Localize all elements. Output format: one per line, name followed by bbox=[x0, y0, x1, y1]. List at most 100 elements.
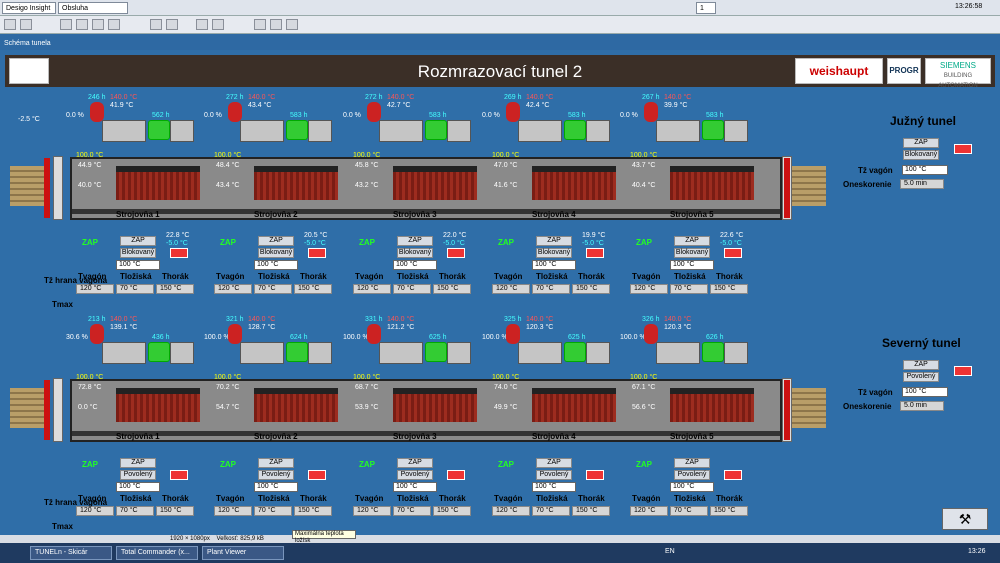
reset-button[interactable] bbox=[724, 470, 742, 480]
zap-button[interactable]: ZAP bbox=[674, 236, 710, 246]
pump-icon[interactable] bbox=[148, 120, 170, 140]
hrana-input[interactable]: 100 °C bbox=[532, 260, 576, 270]
block-button[interactable]: Blokovaný bbox=[258, 248, 294, 258]
hrana-input[interactable]: 100 °C bbox=[116, 260, 160, 270]
fan-icon[interactable] bbox=[228, 102, 242, 122]
block-button[interactable]: Povolený bbox=[536, 470, 572, 480]
south-block-button[interactable]: Blokovaný bbox=[903, 150, 939, 160]
north-reset-button[interactable] bbox=[954, 366, 972, 376]
hrana-input[interactable]: 100 °C bbox=[254, 482, 298, 492]
fan-icon[interactable] bbox=[644, 102, 658, 122]
block-button[interactable]: Blokovaný bbox=[536, 248, 572, 258]
hrana-input[interactable]: 100 °C bbox=[670, 482, 714, 492]
taskbar-item[interactable]: TUNELn - Skicár bbox=[30, 546, 112, 560]
pump-icon[interactable] bbox=[702, 120, 724, 140]
toolbar-button[interactable] bbox=[60, 19, 72, 30]
toolbar-button[interactable] bbox=[76, 19, 88, 30]
valve-percent: 100.0 % bbox=[204, 334, 230, 341]
block-button[interactable]: Povolený bbox=[397, 470, 433, 480]
tloziska-value: 70 °C bbox=[532, 506, 570, 516]
top-temp: 100.0 °C bbox=[492, 374, 520, 381]
fan-icon[interactable] bbox=[506, 102, 520, 122]
hrana-input[interactable]: 100 °C bbox=[532, 482, 576, 492]
fan-icon[interactable] bbox=[644, 324, 658, 344]
supply-temp: 39.9 °C bbox=[664, 102, 688, 109]
reset-button[interactable] bbox=[308, 470, 326, 480]
settings-wrench-button[interactable]: ⚒ bbox=[942, 508, 988, 530]
fan-hours: 272 h bbox=[365, 94, 383, 101]
fan-icon[interactable] bbox=[90, 324, 104, 344]
toolbar-button[interactable] bbox=[286, 19, 298, 30]
hrana-input[interactable]: 100 °C bbox=[116, 482, 160, 492]
reset-button[interactable] bbox=[447, 248, 465, 258]
block-button[interactable]: Blokovaný bbox=[397, 248, 433, 258]
toolbar-button[interactable] bbox=[270, 19, 282, 30]
block-button[interactable]: Blokovaný bbox=[120, 248, 156, 258]
pump-icon[interactable] bbox=[148, 342, 170, 362]
toolbar-button[interactable] bbox=[254, 19, 266, 30]
reset-button[interactable] bbox=[308, 248, 326, 258]
reset-button[interactable] bbox=[447, 470, 465, 480]
north-permit-button[interactable]: Povolený bbox=[903, 372, 939, 382]
pump-icon[interactable] bbox=[702, 342, 724, 362]
block-button[interactable]: Povolený bbox=[674, 470, 710, 480]
toolbar-button[interactable] bbox=[166, 19, 178, 30]
heat-exchanger bbox=[379, 120, 423, 142]
pump-icon[interactable] bbox=[425, 120, 447, 140]
fan-icon[interactable] bbox=[228, 324, 242, 344]
tvagon-value: 120 °C bbox=[76, 284, 114, 294]
hrana-input[interactable]: 100 °C bbox=[393, 260, 437, 270]
toolbar-button[interactable] bbox=[150, 19, 162, 30]
zap-button[interactable]: ZAP bbox=[536, 458, 572, 468]
toolbar-button[interactable] bbox=[4, 19, 16, 30]
hrana-input[interactable]: 100 °C bbox=[670, 260, 714, 270]
zap-button[interactable]: ZAP bbox=[258, 458, 294, 468]
air-duct bbox=[586, 120, 610, 142]
app-name-field[interactable]: Desigo Insight bbox=[2, 2, 56, 14]
zap-button[interactable]: ZAP bbox=[120, 236, 156, 246]
tloziska-value: 70 °C bbox=[393, 506, 431, 516]
south-reset-button[interactable] bbox=[954, 144, 972, 154]
reset-button[interactable] bbox=[170, 248, 188, 258]
fan-hours: 325 h bbox=[504, 316, 522, 323]
toolbar-button[interactable] bbox=[108, 19, 120, 30]
pump-icon[interactable] bbox=[286, 120, 308, 140]
block-button[interactable]: Povolený bbox=[258, 470, 294, 480]
hrana-input[interactable]: 100 °C bbox=[393, 482, 437, 492]
pump-icon[interactable] bbox=[564, 120, 586, 140]
reset-button[interactable] bbox=[170, 470, 188, 480]
zap-button[interactable]: ZAP bbox=[258, 236, 294, 246]
toolbar-button[interactable] bbox=[212, 19, 224, 30]
zap-button[interactable]: ZAP bbox=[120, 458, 156, 468]
south-tz-input[interactable]: 100 °C bbox=[902, 165, 948, 175]
north-zap-button[interactable]: ZAP bbox=[903, 360, 939, 370]
zap-button[interactable]: ZAP bbox=[674, 458, 710, 468]
pump-icon[interactable] bbox=[425, 342, 447, 362]
thorak-value: 150 °C bbox=[433, 506, 471, 516]
tmax-label-north: Tmax bbox=[52, 522, 73, 531]
fan-icon[interactable] bbox=[367, 102, 381, 122]
block-button[interactable]: Blokovaný bbox=[674, 248, 710, 258]
reset-button[interactable] bbox=[724, 248, 742, 258]
block-button[interactable]: Povolený bbox=[120, 470, 156, 480]
reset-button[interactable] bbox=[586, 470, 604, 480]
pump-icon[interactable] bbox=[564, 342, 586, 362]
tvagon-header: Tvagón bbox=[355, 494, 384, 503]
toolbar-button[interactable] bbox=[196, 19, 208, 30]
pump-icon[interactable] bbox=[286, 342, 308, 362]
toolbar-button[interactable] bbox=[20, 19, 32, 30]
taskbar-item[interactable]: Total Commander (x... bbox=[116, 546, 198, 560]
fan-icon[interactable] bbox=[506, 324, 520, 344]
user-field[interactable]: Obsluha bbox=[58, 2, 128, 14]
zap-button[interactable]: ZAP bbox=[397, 236, 433, 246]
reset-button[interactable] bbox=[586, 248, 604, 258]
fan-icon[interactable] bbox=[367, 324, 381, 344]
fan-icon[interactable] bbox=[90, 102, 104, 122]
taskbar-item[interactable]: Plant Viewer bbox=[202, 546, 284, 560]
north-tz-input[interactable]: 100 °C bbox=[902, 387, 948, 397]
toolbar-button[interactable] bbox=[92, 19, 104, 30]
south-zap-button[interactable]: ZAP bbox=[903, 138, 939, 148]
zap-button[interactable]: ZAP bbox=[536, 236, 572, 246]
zap-button[interactable]: ZAP bbox=[397, 458, 433, 468]
hrana-input[interactable]: 100 °C bbox=[254, 260, 298, 270]
